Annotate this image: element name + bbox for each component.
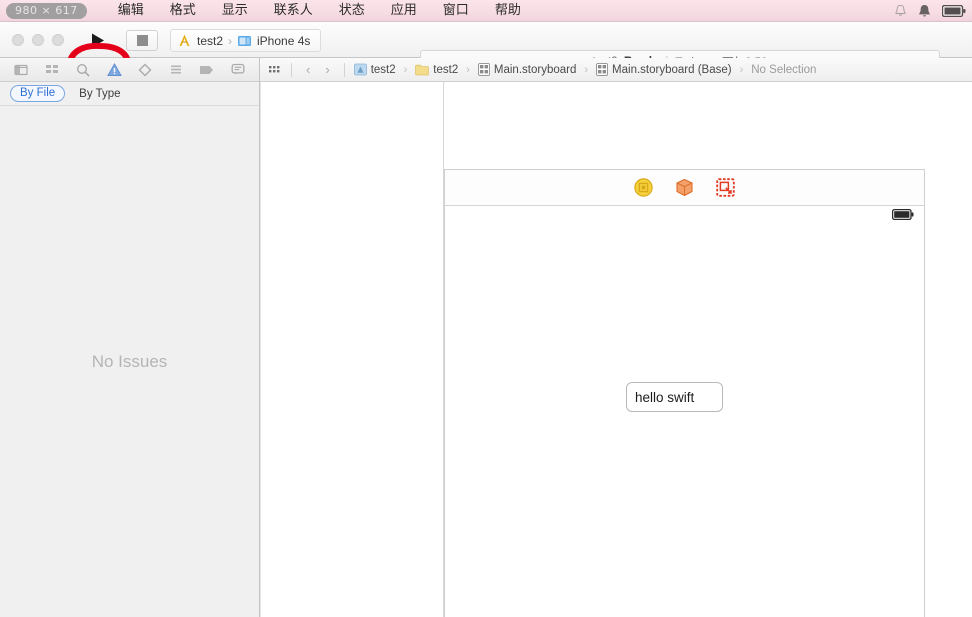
report-navigator-icon[interactable] — [228, 61, 248, 79]
filter-tab-by-type[interactable]: By Type — [79, 88, 120, 100]
xcode-project-icon — [353, 63, 367, 76]
menu-apps[interactable]: 应用 — [378, 0, 430, 22]
folder-icon — [415, 64, 430, 75]
menu-format[interactable]: 格式 — [157, 0, 209, 22]
breadcrumb-separator-4: › — [739, 63, 744, 76]
device-icon — [238, 35, 252, 46]
macos-menubar: 980 × 617 编辑 格式 显示 联系人 状态 应用 窗口 帮助 — [0, 0, 972, 22]
menu-status[interactable]: 状态 — [326, 0, 378, 22]
breadcrumb-item-storyboard-base[interactable]: Main.storyboard (Base) — [596, 63, 732, 76]
first-responder-icon[interactable] — [675, 178, 694, 197]
scene-dock — [445, 170, 924, 206]
scheme-separator: › — [228, 33, 233, 48]
breadcrumb-label: Main.storyboard — [493, 63, 577, 76]
breadcrumb-label: test2 — [370, 63, 396, 76]
symbol-navigator-icon[interactable] — [42, 61, 62, 79]
menu-contacts[interactable]: 联系人 — [261, 0, 326, 22]
breadcrumb-item-project[interactable]: test2 — [353, 63, 396, 76]
scheme-destination-label: iPhone 4s — [257, 33, 311, 48]
storyboard-icon — [596, 63, 608, 76]
breadcrumb-separator-3: › — [584, 63, 589, 76]
find-navigator-icon[interactable] — [73, 61, 93, 79]
menu-edit[interactable]: 编辑 — [105, 0, 157, 22]
screen-dimension-badge: 980 × 617 — [6, 2, 87, 19]
editor-area: ‹ › test2 › test2 › Main.storyboard › Ma… — [260, 58, 972, 617]
run-button[interactable] — [82, 30, 114, 51]
battery-icon[interactable] — [942, 5, 966, 17]
window-controls — [12, 34, 64, 46]
scheme-selector[interactable]: test2 › iPhone 4s — [170, 29, 322, 52]
issue-filter-tabs: By File By Type — [0, 82, 259, 106]
related-items-icon[interactable] — [268, 64, 282, 76]
menu-view[interactable]: 显示 — [209, 0, 261, 22]
close-button[interactable] — [12, 34, 24, 46]
bell-filled-icon[interactable] — [917, 4, 932, 19]
breadcrumb-item-selection[interactable]: No Selection — [751, 64, 816, 76]
view-controller-icon[interactable] — [634, 178, 653, 197]
breadcrumb-item-folder[interactable]: test2 — [415, 64, 458, 76]
hello-swift-textfield[interactable]: hello swift — [626, 382, 723, 412]
bell-outline-icon[interactable] — [894, 4, 907, 18]
issue-navigator-icon[interactable] — [104, 61, 124, 79]
menu-window[interactable]: 窗口 — [430, 0, 482, 22]
jump-bar-divider — [291, 62, 292, 77]
breakpoint-navigator-icon[interactable] — [197, 61, 217, 79]
breadcrumb-item-storyboard[interactable]: Main.storyboard — [478, 63, 576, 76]
xcode-window: 980 × 617 编辑 格式 显示 联系人 状态 应用 窗口 帮助 test2… — [0, 0, 972, 617]
view-controller-scene[interactable]: hello swift — [444, 169, 925, 617]
menu-help[interactable]: 帮助 — [482, 0, 534, 22]
device-status-bar — [445, 206, 924, 226]
chevron-right-icon[interactable]: › — [320, 62, 334, 77]
chevron-left-icon[interactable]: ‹ — [301, 62, 315, 77]
menubar-status-items — [894, 0, 966, 22]
zoom-button[interactable] — [52, 34, 64, 46]
storyboard-canvas[interactable]: hello swift — [260, 82, 972, 617]
no-issues-message: No Issues — [91, 351, 168, 371]
menubar-left: 980 × 617 — [0, 0, 87, 21]
navigator-selector-bar — [0, 58, 259, 82]
exit-icon[interactable] — [716, 178, 735, 197]
xcode-project-icon — [179, 34, 190, 46]
filter-tab-by-file[interactable]: By File — [10, 85, 66, 102]
scheme-project-label: test2 — [197, 33, 224, 48]
breadcrumb-separator-1: › — [403, 63, 408, 76]
debug-navigator-icon[interactable] — [166, 61, 186, 79]
stop-icon — [136, 35, 148, 46]
menubar-items: 编辑 格式 显示 联系人 状态 应用 窗口 帮助 — [105, 0, 534, 22]
navigator-content: No Issues — [0, 106, 259, 617]
stop-button[interactable] — [126, 30, 158, 51]
xcode-toolbar: test2 › iPhone 4s test2: Ready | Today a… — [0, 22, 972, 88]
breadcrumb-label: test2 — [433, 63, 459, 76]
minimize-button[interactable] — [32, 34, 44, 46]
storyboard-icon — [478, 63, 490, 76]
jump-bar-divider-2 — [343, 62, 345, 77]
play-icon — [92, 33, 104, 48]
battery-icon — [891, 207, 914, 225]
breadcrumb-label: Main.storyboard (Base) — [612, 63, 732, 76]
breadcrumb-separator-2: › — [466, 63, 470, 76]
project-navigator-icon[interactable] — [11, 61, 31, 79]
navigator-pane: By File By Type No Issues — [0, 58, 260, 617]
breadcrumb-label: No Selection — [751, 63, 817, 76]
jump-bar: ‹ › test2 › test2 › Main.storyboard › Ma… — [260, 58, 972, 82]
test-navigator-icon[interactable] — [135, 61, 155, 79]
